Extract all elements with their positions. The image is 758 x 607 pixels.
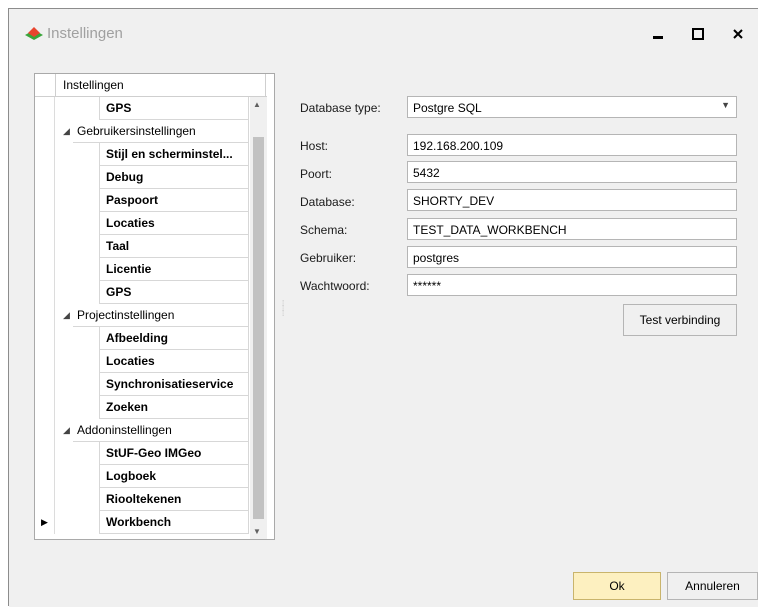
schema-label: Schema: (300, 223, 348, 237)
row-indicator (35, 465, 55, 488)
maximize-icon (692, 28, 704, 40)
tree-group-row[interactable]: ◢ Projectinstellingen (35, 304, 250, 327)
tree-item-row[interactable]: Logboek (35, 465, 250, 488)
cancel-button[interactable]: Annuleren (667, 572, 758, 600)
ok-button[interactable]: Ok (573, 572, 661, 600)
expand-collapse-icon[interactable]: ◢ (63, 126, 70, 137)
tree-item-row[interactable]: Synchronisatieservice (35, 373, 250, 396)
row-indicator: ▶ (35, 511, 55, 534)
scrollbar-thumb[interactable] (253, 137, 264, 519)
tree-item-row[interactable]: Paspoort (35, 189, 250, 212)
row-indicator (35, 327, 55, 350)
db-type-value: Postgre SQL (413, 101, 482, 115)
window-title: Instellingen (47, 25, 123, 42)
host-label: Host: (300, 139, 329, 153)
settings-window: Instellingen Instellingen GPS ◢ Gebruikers… (8, 8, 758, 607)
tree-header: Instellingen (35, 74, 267, 97)
tree-item-row[interactable]: ▶ Workbench (35, 511, 250, 534)
schema-input[interactable]: TEST_DATA_WORKBENCH (407, 218, 737, 240)
row-indicator (35, 304, 55, 327)
tree-item-label[interactable]: GPS (99, 281, 249, 304)
tree-item-row[interactable]: Debug (35, 166, 250, 189)
tree-item-row[interactable]: GPS (35, 97, 250, 120)
tree-group-row[interactable]: ◢ Addoninstellingen (35, 419, 250, 442)
tree-item-row[interactable]: Taal (35, 235, 250, 258)
scroll-up-icon[interactable]: ▲ (253, 100, 261, 109)
database-label: Database: (300, 195, 355, 209)
user-label: Gebruiker: (300, 251, 357, 265)
tree-item-label[interactable]: Stijl en scherminstel... (99, 143, 249, 166)
row-indicator (35, 442, 55, 465)
row-indicator (35, 396, 55, 419)
row-indicator (35, 258, 55, 281)
chevron-down-icon[interactable]: ▼ (721, 100, 730, 110)
tree-item-row[interactable]: Zoeken (35, 396, 250, 419)
tree-item-row[interactable]: Locaties (35, 350, 250, 373)
tree-item-label[interactable]: GPS (99, 97, 249, 120)
maximize-button[interactable] (686, 22, 710, 46)
tree-item-label[interactable]: Afbeelding (99, 327, 249, 350)
row-indicator (35, 166, 55, 189)
row-indicator (35, 419, 55, 442)
minimize-button[interactable] (646, 22, 670, 46)
expand-collapse-icon[interactable]: ◢ (63, 310, 70, 321)
tree-item-label[interactable]: Paspoort (99, 189, 249, 212)
tree-scrollbar[interactable]: ▲ ▼ (250, 97, 267, 539)
minimize-icon (653, 36, 663, 39)
row-indicator (35, 373, 55, 396)
tree-item-label[interactable]: Locaties (99, 350, 249, 373)
tree-item-row[interactable]: Locaties (35, 212, 250, 235)
db-type-label: Database type: (300, 101, 381, 115)
tree-item-label[interactable]: Licentie (99, 258, 249, 281)
tree-item-row[interactable]: StUF-Geo IMGeo (35, 442, 250, 465)
tree-item-label[interactable]: Riooltekenen (99, 488, 249, 511)
tree-item-label[interactable]: Logboek (99, 465, 249, 488)
test-connection-button[interactable]: Test verbinding (623, 304, 737, 336)
tree-item-label[interactable]: Locaties (99, 212, 249, 235)
close-icon (733, 29, 743, 39)
tree-item-row[interactable]: Riooltekenen (35, 488, 250, 511)
tree-group-label[interactable]: Gebruikersinstellingen (73, 120, 249, 143)
tree-group-row[interactable]: ◢ Gebruikersinstellingen (35, 120, 250, 143)
tree-item-label[interactable]: Zoeken (99, 396, 249, 419)
tree-item-label[interactable]: Debug (99, 166, 249, 189)
tree-item-row[interactable]: Stijl en scherminstel... (35, 143, 250, 166)
row-indicator (35, 350, 55, 373)
tree-item-label[interactable]: Workbench (99, 511, 249, 534)
close-button[interactable] (726, 22, 750, 46)
row-indicator (35, 143, 55, 166)
password-label: Wachtwoord: (300, 279, 370, 293)
tree-item-label[interactable]: Taal (99, 235, 249, 258)
row-indicator (35, 189, 55, 212)
tree-item-row[interactable]: Afbeelding (35, 327, 250, 350)
row-indicator (35, 281, 55, 304)
tree-item-label[interactable]: Synchronisatieservice (99, 373, 249, 396)
row-indicator (35, 120, 55, 143)
row-indicator (35, 488, 55, 511)
title-bar[interactable]: Instellingen (9, 9, 758, 61)
row-indicator (35, 235, 55, 258)
dialog-content: Instellingen GPS ◢ Gebruikersinstellingen S… (9, 61, 758, 607)
port-input[interactable]: 5432 (407, 161, 737, 183)
tree-group-label[interactable]: Addoninstellingen (73, 419, 249, 442)
expand-collapse-icon[interactable]: ◢ (63, 425, 70, 436)
host-input[interactable]: 192.168.200.109 (407, 134, 737, 156)
tree-group-label[interactable]: Projectinstellingen (73, 304, 249, 327)
user-input[interactable]: postgres (407, 246, 737, 268)
tree-item-row[interactable]: Licentie (35, 258, 250, 281)
row-indicator (35, 212, 55, 235)
row-indicator (35, 97, 55, 120)
database-input[interactable]: SHORTY_DEV (407, 189, 737, 211)
current-row-arrow-icon: ▶ (41, 517, 48, 527)
port-label: Poort: (300, 167, 333, 181)
scroll-down-icon[interactable]: ▼ (253, 527, 261, 536)
password-input[interactable]: ****** (407, 274, 737, 296)
app-icon (25, 27, 43, 40)
splitter-grip[interactable]: ⁞ ⁞ ⁞ (282, 300, 286, 331)
settings-tree[interactable]: Instellingen GPS ◢ Gebruikersinstellingen S… (34, 73, 275, 540)
db-type-select[interactable]: Postgre SQL ▼ (407, 96, 737, 118)
tree-item-row[interactable]: GPS (35, 281, 250, 304)
tree-item-label[interactable]: StUF-Geo IMGeo (99, 442, 249, 465)
tree-header-label: Instellingen (55, 74, 266, 97)
